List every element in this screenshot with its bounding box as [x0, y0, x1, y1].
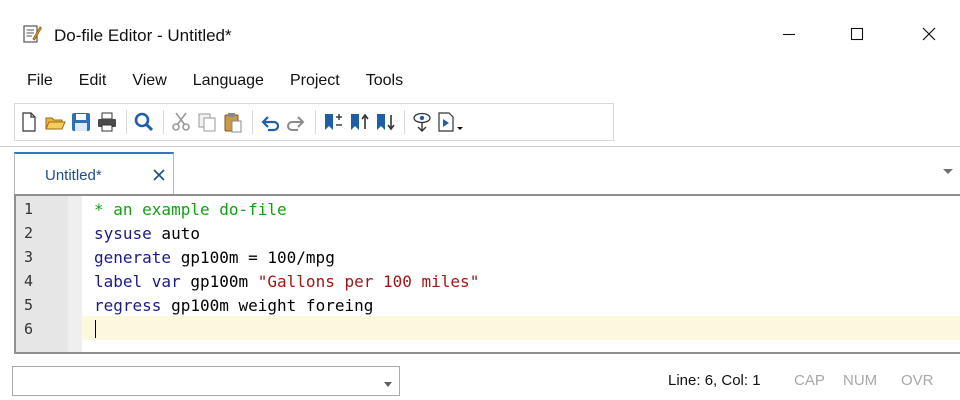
show-file-in-viewer-button[interactable]: [410, 108, 434, 136]
maximize-icon: [850, 27, 864, 41]
do-file-editor-icon: [22, 24, 43, 44]
code-token-keyword: label var: [94, 272, 181, 291]
open-folder-icon: [45, 117, 66, 130]
text-caret: [95, 320, 96, 338]
menu-edit[interactable]: Edit: [66, 72, 120, 90]
tab-untitled[interactable]: Untitled*: [14, 152, 174, 196]
next-bookmark-icon: [377, 114, 395, 131]
print-icon: [98, 112, 116, 132]
title-bar: Do-file Editor - Untitled*: [0, 0, 960, 64]
execute-button[interactable]: [436, 108, 466, 136]
code-editor[interactable]: 1 2 3 4 5 6 * an example do-file sysuse auto ge…: [14, 194, 960, 354]
toolbar-separator: [126, 110, 127, 134]
previous-bookmark-icon: [351, 113, 369, 130]
save-button[interactable]: [69, 108, 93, 136]
menu-bar: File Edit View Language Project Tools: [14, 66, 416, 96]
line-number: 1: [24, 200, 34, 218]
cut-button[interactable]: [169, 108, 193, 136]
redo-icon: [287, 116, 305, 131]
code-token-keyword: sysuse: [94, 224, 152, 243]
find-icon: [134, 112, 154, 132]
cursor-position: Line: 6, Col: 1: [668, 372, 761, 389]
toolbar-separator: [315, 110, 316, 134]
tab-close-button[interactable]: [152, 168, 166, 182]
code-line: label var gp100m "Gallons per 100 miles": [94, 272, 479, 291]
status-bar: Line: 6, Col: 1 CAP NUM OVR: [0, 358, 960, 400]
execute-dropdown-icon: [438, 112, 463, 132]
code-token-keyword: regress: [94, 296, 162, 315]
fold-margin[interactable]: [68, 196, 82, 352]
paste-button[interactable]: [221, 108, 245, 136]
command-dropdown[interactable]: [12, 366, 400, 396]
overwrite-indicator: OVR: [901, 372, 934, 389]
code-line: generate gp100m = 100/mpg: [94, 248, 335, 267]
previous-bookmark-button[interactable]: [347, 108, 371, 136]
line-number: 3: [24, 248, 34, 266]
chevron-down-icon: [943, 169, 953, 174]
code-token-plain: auto: [151, 224, 200, 243]
minimize-icon: [783, 33, 795, 36]
document-tab-strip: Untitled*: [0, 146, 960, 196]
paste-icon: [224, 113, 242, 133]
find-button[interactable]: [132, 108, 156, 136]
menu-tools[interactable]: Tools: [353, 72, 416, 90]
close-icon: [153, 169, 165, 181]
menu-view[interactable]: View: [119, 72, 179, 90]
redo-button[interactable]: [284, 108, 308, 136]
cut-icon: [172, 112, 190, 131]
toggle-bookmark-icon: [325, 114, 342, 130]
next-bookmark-button[interactable]: [373, 108, 397, 136]
tab-label: Untitled*: [45, 167, 102, 184]
menu-file[interactable]: File: [14, 72, 66, 90]
print-button[interactable]: [95, 108, 119, 136]
minimize-button[interactable]: [766, 14, 812, 54]
chevron-down-icon[interactable]: [383, 376, 393, 387]
copy-button[interactable]: [195, 108, 219, 136]
new-file-button[interactable]: [17, 108, 41, 136]
code-token-string: "Gallons per 100 miles": [257, 272, 480, 291]
menu-language[interactable]: Language: [180, 72, 277, 90]
line-number: 6: [24, 320, 34, 338]
line-number: 5: [24, 296, 34, 314]
new-file-icon: [22, 112, 36, 132]
caps-lock-indicator: CAP: [794, 372, 825, 389]
code-line: sysuse auto: [94, 224, 200, 243]
undo-button[interactable]: [258, 108, 282, 136]
toolbar-separator: [404, 110, 405, 134]
close-window-button[interactable]: [906, 14, 952, 54]
current-line-highlight: [82, 316, 960, 340]
num-lock-indicator: NUM: [843, 372, 878, 389]
tab-list-dropdown[interactable]: [942, 164, 954, 174]
save-icon: [72, 113, 90, 131]
code-token-plain: gp100m = 100/mpg: [171, 248, 335, 267]
code-token-plain: gp100m weight foreing: [161, 296, 374, 315]
show-file-in-viewer-icon: [413, 112, 431, 132]
toolbar-separator: [252, 110, 253, 134]
close-icon: [922, 27, 936, 41]
window-title: Do-file Editor - Untitled*: [54, 26, 232, 45]
maximize-button[interactable]: [834, 14, 880, 54]
code-token-plain: gp100m: [180, 272, 258, 291]
toggle-bookmark-button[interactable]: [321, 108, 345, 136]
line-number: 2: [24, 224, 34, 242]
copy-icon: [198, 113, 216, 132]
menu-project[interactable]: Project: [277, 72, 353, 90]
undo-icon: [261, 116, 280, 132]
code-token-comment: * an example do-file: [94, 200, 287, 219]
code-line: regress gp100m weight foreing: [94, 296, 373, 315]
line-number: 4: [24, 272, 34, 290]
toolbar: [14, 103, 614, 141]
open-button[interactable]: [43, 108, 67, 136]
code-line: * an example do-file: [94, 200, 287, 219]
toolbar-separator: [163, 110, 164, 134]
code-token-keyword: generate: [94, 248, 172, 267]
